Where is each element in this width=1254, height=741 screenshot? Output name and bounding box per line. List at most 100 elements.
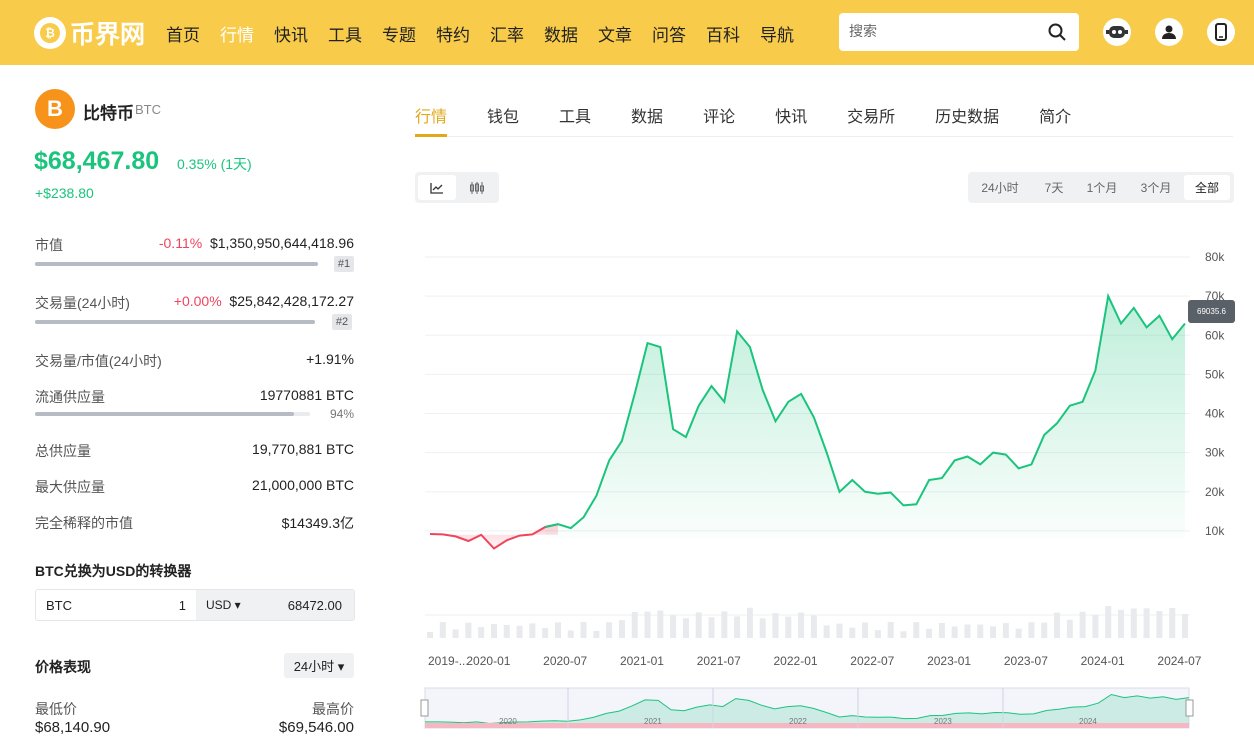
volume-bar [35, 320, 315, 324]
circulating-supply-bar [35, 412, 310, 416]
converter-currency-select[interactable]: USD ▾ [206, 598, 241, 612]
price-change-pct: 0.35% (1天) [177, 156, 252, 172]
search-input[interactable] [849, 23, 1039, 39]
volume-bar [427, 632, 433, 638]
volume-bar [759, 618, 766, 638]
tab-8[interactable]: 简介 [1039, 103, 1071, 127]
low-price-value: $68,140.90 [35, 719, 111, 736]
high-price-label: 最高价 [312, 701, 354, 717]
volume-bar [798, 612, 805, 638]
volume-label: 交易量(24小时) [35, 295, 130, 311]
volume-bar [554, 622, 561, 638]
volume-bar [964, 624, 971, 638]
volume-bar [1079, 611, 1086, 638]
nav-item-6[interactable]: 汇率 [490, 21, 524, 46]
fdv-label: 完全稀释的市值 [35, 515, 133, 531]
y-tick-label: 20k [1205, 485, 1225, 499]
tab-6[interactable]: 交易所 [847, 103, 895, 127]
converter: BTC 1 USD ▾ 68472.00 [35, 589, 355, 621]
nav-item-0[interactable]: 首页 [166, 21, 200, 46]
robot-icon[interactable] [1103, 18, 1131, 46]
range-button-4[interactable]: 全部 [1184, 175, 1230, 200]
volume-bar [1105, 606, 1112, 638]
volume-bar [1156, 611, 1163, 638]
volume-bar [644, 611, 651, 638]
performance-period-select[interactable]: 24小时 ▾ [284, 653, 354, 678]
tab-5[interactable]: 快讯 [775, 103, 807, 127]
volume-bar [746, 607, 753, 638]
logo-text: 币界网 [70, 21, 146, 49]
search-box[interactable] [839, 13, 1079, 51]
nav-item-11[interactable]: 导航 [760, 21, 794, 46]
navigator-tick-label: 2020 [499, 717, 517, 726]
candlestick-chart-button[interactable] [458, 175, 496, 200]
volume-bar [1169, 607, 1176, 638]
volume-bar [1118, 609, 1125, 638]
current-price-tooltip: 69035.6 [1188, 300, 1235, 323]
price-area-up [545, 296, 1185, 539]
nav-item-1[interactable]: 行情 [220, 21, 254, 46]
x-tick-label: 2020-01 [466, 654, 510, 668]
x-tick-label: 2022-01 [774, 654, 818, 668]
volume-bar [1054, 612, 1061, 638]
volume-bar [810, 615, 817, 638]
chart-type-toggle [415, 172, 499, 203]
volume-bar [593, 630, 600, 638]
mobile-icon[interactable] [1207, 18, 1235, 46]
volume-bar [631, 611, 638, 638]
nav-item-10[interactable]: 百科 [706, 21, 740, 46]
user-icon[interactable] [1155, 18, 1183, 46]
coin-price: $68,467.80 [34, 147, 160, 175]
nav-item-4[interactable]: 专题 [382, 21, 416, 46]
volume-bar [580, 622, 587, 638]
volume-bar [1066, 619, 1073, 638]
tab-1[interactable]: 钱包 [487, 103, 519, 127]
tab-2[interactable]: 工具 [559, 103, 591, 127]
volume-bar [1015, 628, 1022, 638]
site-logo[interactable]: ₿ 币界网 [34, 15, 145, 51]
search-icon[interactable] [1047, 22, 1067, 47]
volume-bar [862, 622, 869, 638]
performance-title: 价格表现 [35, 659, 91, 675]
x-tick-label: 2020-07 [543, 654, 587, 668]
converter-amount-input[interactable]: 1 [179, 598, 186, 613]
nav-item-5[interactable]: 特约 [436, 21, 470, 46]
x-tick-label: 2021-07 [697, 654, 741, 668]
tab-0[interactable]: 行情 [415, 103, 447, 127]
circulating-supply-value: 19770881 BTC [259, 387, 354, 403]
nav-item-2[interactable]: 快讯 [274, 21, 308, 46]
volume-value: +0.00% $25,842,428,172.27 [174, 293, 354, 309]
converter-to-field[interactable]: USD ▾ 68472.00 [196, 590, 354, 620]
range-button-1[interactable]: 7天 [1034, 175, 1074, 200]
coin-name: 比特币 [83, 104, 134, 123]
y-tick-label: 80k [1205, 250, 1225, 264]
volume-bar [606, 622, 613, 638]
time-range-selector: 24小时 7天 1个月 3个月 全部 [968, 172, 1234, 203]
tab-7[interactable]: 历史数据 [935, 103, 999, 127]
nav-item-7[interactable]: 数据 [544, 21, 578, 46]
converter-from-field[interactable]: BTC 1 [36, 590, 196, 620]
volume-bar [529, 623, 536, 638]
volume-bar [1092, 615, 1099, 638]
tab-3[interactable]: 数据 [631, 103, 663, 127]
nav-item-9[interactable]: 问答 [652, 21, 686, 46]
nav-item-8[interactable]: 文章 [598, 21, 632, 46]
volume-bar [926, 628, 933, 638]
y-tick-label: 60k [1205, 328, 1225, 342]
vol-mcap-value: +1.91% [306, 351, 354, 367]
logo-icon: ₿ [34, 17, 66, 49]
range-button-3[interactable]: 3个月 [1130, 175, 1182, 200]
range-button-0[interactable]: 24小时 [972, 175, 1028, 200]
volume-bar [990, 626, 997, 638]
line-chart-button[interactable] [418, 175, 456, 200]
volume-bar [1143, 608, 1150, 638]
volume-bar [490, 624, 497, 638]
total-supply-label: 总供应量 [35, 443, 91, 459]
main-nav: 首页 行情 快讯 工具 专题 特约 汇率 数据 文章 问答 百科 导航 [156, 21, 804, 46]
range-button-2[interactable]: 1个月 [1076, 175, 1128, 200]
navigator-tick-label: 2023 [934, 717, 952, 726]
price-chart[interactable]: 10k20k30k40k50k60k70k80k2019-...2020-01 2… [415, 240, 1235, 735]
tab-4[interactable]: 评论 [703, 103, 735, 127]
nav-item-3[interactable]: 工具 [328, 21, 362, 46]
converter-from-symbol: BTC [46, 598, 72, 613]
